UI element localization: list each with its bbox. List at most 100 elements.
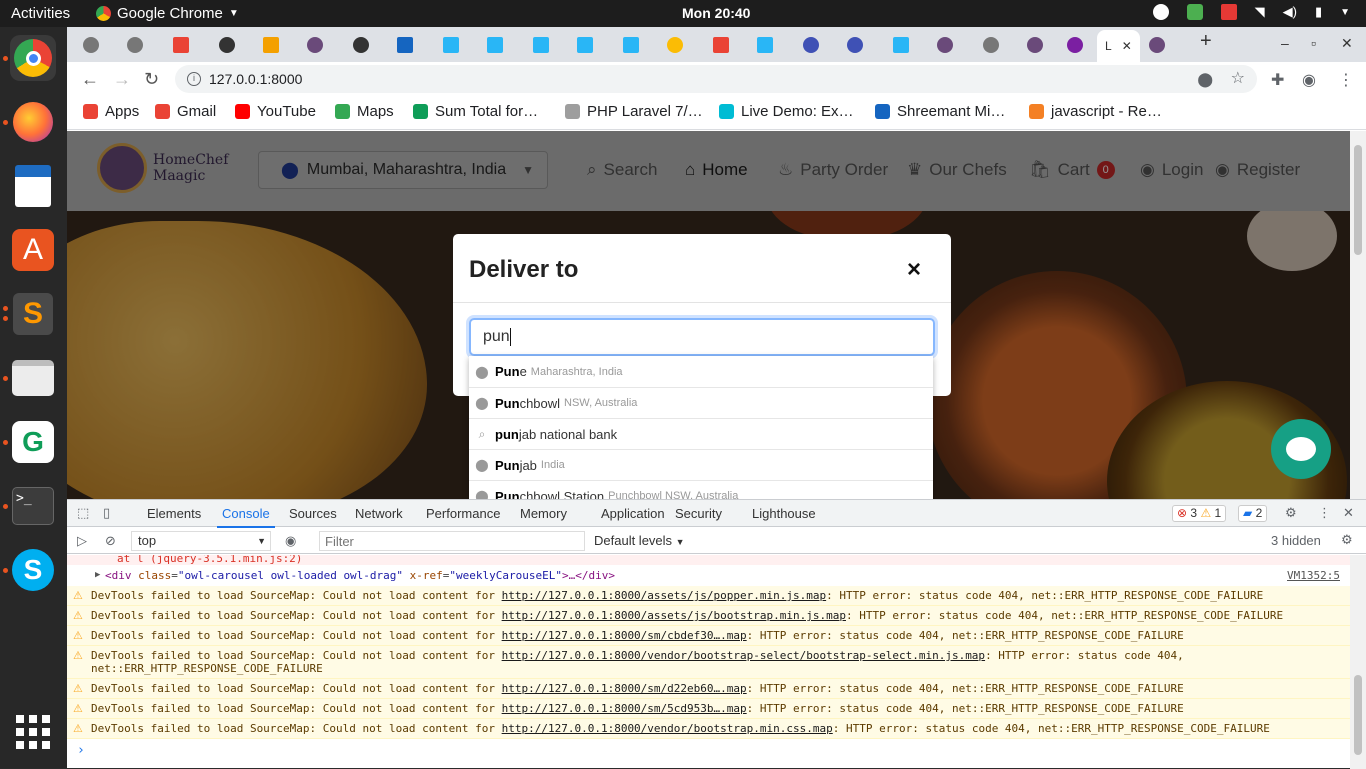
system-tray[interactable]: ◥ ◀) ▮ ▼ <box>1152 4 1350 20</box>
browser-tab[interactable] <box>533 32 549 58</box>
bookmark-star-icon[interactable]: ☆ <box>1231 65 1245 93</box>
battery-icon[interactable]: ▮ <box>1315 4 1322 20</box>
bookmark-item[interactable]: Live Demo: Ex… <box>719 103 854 120</box>
console-prompt[interactable]: › <box>67 739 1350 758</box>
browser-tab[interactable] <box>1149 32 1165 58</box>
bookmark-item[interactable]: Gmail <box>155 103 216 120</box>
browser-tab[interactable] <box>1027 32 1043 58</box>
devtools-tab-memory[interactable]: Memory <box>520 506 567 521</box>
back-icon[interactable]: ← <box>81 69 99 90</box>
chevron-down-icon[interactable]: ▼ <box>1340 7 1350 18</box>
extensions-icon[interactable]: ✚ <box>1271 70 1284 90</box>
chrome-icon[interactable] <box>10 35 56 81</box>
close-icon[interactable]: × <box>907 256 921 284</box>
new-tab-button[interactable]: + <box>1200 30 1212 53</box>
browser-tab[interactable] <box>1067 32 1083 58</box>
terminal-icon[interactable]: >_ <box>10 483 56 529</box>
files-icon[interactable] <box>10 355 56 401</box>
browser-tab[interactable] <box>803 32 819 58</box>
browser-tab[interactable] <box>937 32 953 58</box>
browser-tab[interactable] <box>623 32 639 58</box>
bookmark-item[interactable]: Apps <box>83 103 139 120</box>
autocomplete-suggestion[interactable]: ⬤ Pun e Maharashtra, India <box>469 356 933 387</box>
bookmark-item[interactable]: YouTube <box>235 103 316 120</box>
settings-gear-icon[interactable]: ⚙ <box>1285 505 1297 521</box>
bookmark-item[interactable]: Maps <box>335 103 394 120</box>
browser-tab[interactable] <box>577 32 593 58</box>
browser-tab[interactable] <box>219 32 235 58</box>
close-devtools-icon[interactable]: ✕ <box>1343 505 1354 521</box>
live-expression-eye-icon[interactable]: ◉ <box>285 533 296 549</box>
sourcemap-link[interactable]: http://127.0.0.1:8000/sm/5cd953b….map <box>502 702 747 715</box>
inspect-element-icon[interactable]: ⬚ <box>77 505 89 521</box>
autocomplete-suggestion[interactable]: ⬤ Pun jab India <box>469 449 933 480</box>
sourcemap-link[interactable]: http://127.0.0.1:8000/sm/d22eb60….map <box>502 682 747 695</box>
app-grid-icon[interactable] <box>10 709 56 755</box>
kebab-menu-icon[interactable]: ⋮ <box>1338 70 1354 90</box>
location-search-input[interactable]: pun <box>469 318 935 356</box>
sublime-icon[interactable]: S <box>10 291 56 337</box>
tray-indicator-icon[interactable] <box>1220 4 1237 20</box>
browser-tab[interactable] <box>263 32 279 58</box>
wifi-icon[interactable]: ◥ <box>1255 4 1265 20</box>
browser-tab[interactable] <box>397 32 413 58</box>
device-toolbar-icon[interactable]: ▯ <box>103 505 110 521</box>
devtools-menu-icon[interactable]: ⋮ <box>1318 505 1331 521</box>
browser-tab[interactable] <box>83 32 99 58</box>
browser-tab[interactable] <box>353 32 369 58</box>
bookmark-item[interactable]: PHP Laravel 7/… <box>565 103 703 120</box>
error-count-badge[interactable]: ⊗ 3 ⚠ 1 <box>1172 505 1227 522</box>
site-info-icon[interactable]: i <box>187 72 201 86</box>
active-browser-tab[interactable]: L ✕ <box>1097 30 1140 62</box>
devtools-tab-application[interactable]: Application <box>601 506 665 521</box>
browser-tab[interactable] <box>667 32 683 58</box>
browser-tab[interactable] <box>487 32 503 58</box>
context-selector[interactable]: top ▼ <box>131 531 271 551</box>
clock[interactable]: Mon 20:40 <box>682 5 750 21</box>
console-filter-input[interactable] <box>319 531 585 551</box>
skype-icon[interactable]: S <box>10 547 56 593</box>
volume-icon[interactable]: ◀) <box>1283 4 1297 20</box>
devtools-tab-performance[interactable]: Performance <box>426 506 500 521</box>
message-count-badge[interactable]: ▰ 2 <box>1238 505 1268 522</box>
bookmark-item[interactable]: Sum Total for… <box>413 103 538 120</box>
reload-icon[interactable]: ↻ <box>144 69 159 90</box>
browser-tab[interactable] <box>713 32 729 58</box>
autocomplete-suggestion[interactable]: ⬤ Pun chbowl Station Punchbowl NSW, Austral… <box>469 480 933 499</box>
devtools-tab-lighthouse[interactable]: Lighthouse <box>752 506 816 521</box>
chat-app-icon[interactable]: G <box>10 419 56 465</box>
devtools-tab-console[interactable]: Console <box>217 506 275 528</box>
browser-tab[interactable] <box>983 32 999 58</box>
scrollbar-thumb[interactable] <box>1354 675 1362 755</box>
devtools-tab-network[interactable]: Network <box>355 506 403 521</box>
devtools-tab-sources[interactable]: Sources <box>289 506 337 521</box>
bookmark-item[interactable]: javascript - Re… <box>1029 103 1162 120</box>
activities-button[interactable]: Activities <box>11 5 70 22</box>
expand-triangle-icon[interactable]: ▶ <box>95 569 100 582</box>
clear-console-icon[interactable]: ⊘ <box>105 533 116 549</box>
browser-tab[interactable] <box>443 32 459 58</box>
writer-icon[interactable] <box>10 163 56 209</box>
sourcemap-link[interactable]: http://127.0.0.1:8000/vendor/bootstrap-s… <box>502 649 985 662</box>
chat-widget-button[interactable] <box>1271 419 1331 479</box>
console-settings-icon[interactable]: ⚙ <box>1341 532 1353 548</box>
browser-tab[interactable] <box>173 32 189 58</box>
minimize-button[interactable]: – <box>1281 35 1289 51</box>
bookmark-item[interactable]: Shreemant Mi… <box>875 103 1005 120</box>
browser-tab[interactable] <box>127 32 143 58</box>
browser-tab[interactable] <box>847 32 863 58</box>
profile-icon[interactable]: ◉ <box>1302 70 1316 90</box>
devtools-tab-security[interactable]: Security <box>675 506 722 521</box>
page-scrollbar[interactable] <box>1350 131 1366 499</box>
sourcemap-link[interactable]: http://127.0.0.1:8000/sm/cbdef30….map <box>502 629 747 642</box>
console-source-link[interactable]: VM1352:5 <box>1287 569 1340 582</box>
console-scrollbar[interactable] <box>1350 555 1366 769</box>
firefox-icon[interactable] <box>10 99 56 145</box>
devtools-tab-elements[interactable]: Elements <box>147 506 201 521</box>
maximize-button[interactable]: ▫ <box>1311 35 1316 51</box>
app-menu[interactable]: Google Chrome ▼ <box>96 5 239 22</box>
log-levels-dropdown[interactable]: Default levels ▼ <box>594 533 685 548</box>
tray-update-icon[interactable] <box>1186 4 1203 20</box>
app-center-icon[interactable]: A <box>10 227 56 273</box>
browser-tab[interactable] <box>757 32 773 58</box>
